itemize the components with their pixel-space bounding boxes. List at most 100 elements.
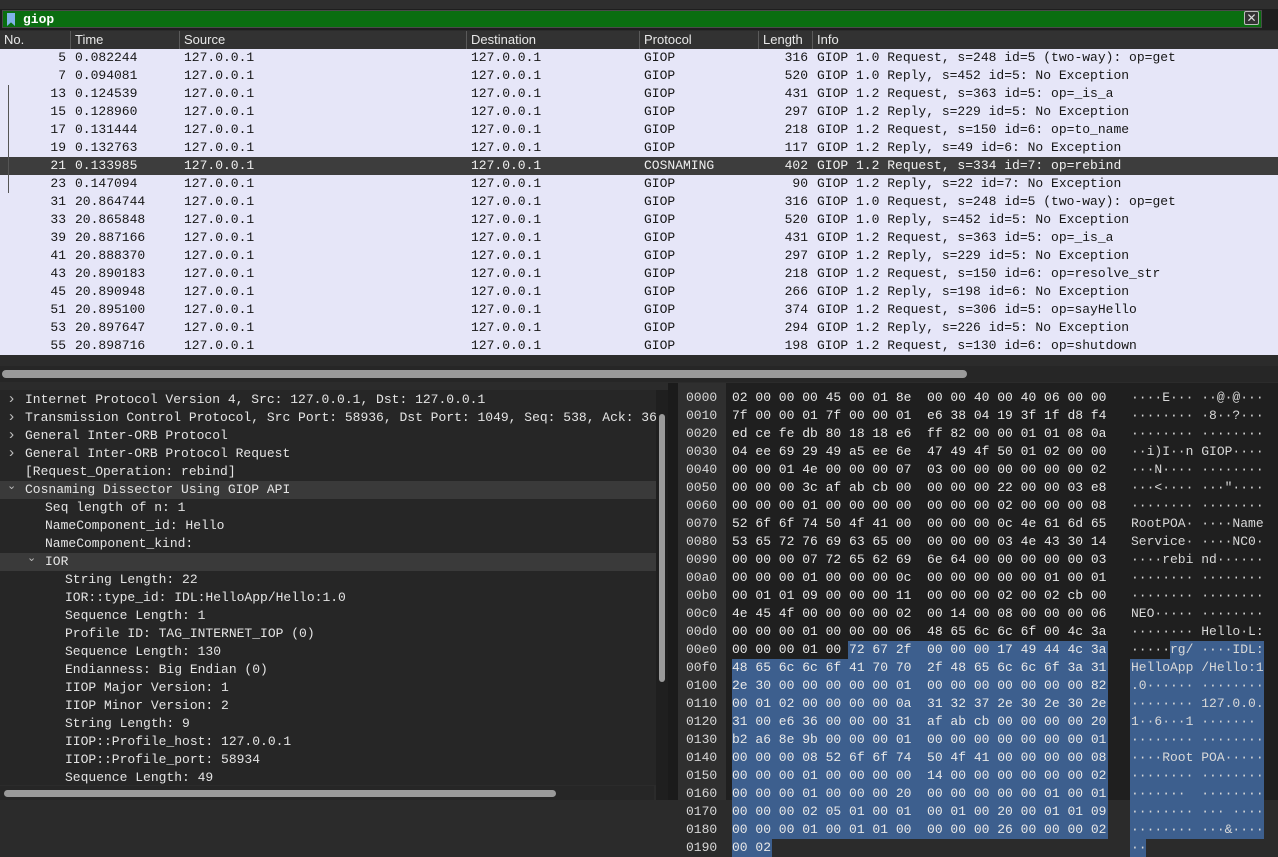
hex-ascii[interactable]: ········ ········: [1131, 731, 1264, 749]
tree-item[interactable]: Seq length of n: 1: [0, 499, 656, 517]
column-header-length[interactable]: Length: [758, 31, 812, 49]
column-header-time[interactable]: Time: [70, 31, 179, 49]
packet-row[interactable]: 41 20.888370 127.0.0.1 127.0.0.1 GIOP 297 GIOP…: [0, 247, 1278, 265]
hex-ascii[interactable]: ········ ········: [1131, 497, 1264, 515]
packet-details-horizontal-scrollbar[interactable]: [0, 786, 654, 800]
tree-item[interactable]: ⌄ IOR: [0, 553, 656, 571]
hex-bytes[interactable]: 00 00 00 01 00 01 01 00 00 00 00 26 00 0…: [732, 821, 1106, 839]
hex-ascii[interactable]: ··i)I··n GIOP····: [1131, 443, 1264, 461]
hex-bytes[interactable]: 53 65 72 76 69 63 65 00 00 00 00 03 4e 4…: [732, 533, 1106, 551]
hex-bytes[interactable]: 00 00 00 3c af ab cb 00 00 00 00 22 00 0…: [732, 479, 1106, 497]
column-header-no[interactable]: No.: [0, 31, 70, 49]
hex-bytes[interactable]: 48 65 6c 6c 6f 41 70 70 2f 48 65 6c 6c 6…: [732, 659, 1106, 677]
packet-row[interactable]: 19 0.132763 127.0.0.1 127.0.0.1 GIOP 117 GIOP …: [0, 139, 1278, 157]
hex-ascii[interactable]: .0······ ········: [1131, 677, 1264, 695]
bookmark-icon[interactable]: [7, 13, 15, 26]
packet-row[interactable]: 45 20.890948 127.0.0.1 127.0.0.1 GIOP 266 GIOP…: [0, 283, 1278, 301]
column-header-info[interactable]: Info: [812, 31, 1278, 49]
scrollbar-thumb[interactable]: [2, 370, 967, 378]
hex-bytes[interactable]: b2 a6 8e 9b 00 00 00 01 00 00 00 00 00 0…: [732, 731, 1106, 749]
hex-ascii[interactable]: ········ ········: [1131, 425, 1264, 443]
chevron-right-icon[interactable]: ›: [7, 427, 16, 445]
tree-item[interactable]: NameComponent_kind:: [0, 535, 656, 553]
packet-row[interactable]: 33 20.865848 127.0.0.1 127.0.0.1 GIOP 520 GIOP…: [0, 211, 1278, 229]
hex-ascii[interactable]: ·····rg/ ····IDL:: [1131, 641, 1264, 659]
hex-bytes[interactable]: 00 00 00 02 05 01 00 01 00 01 00 20 00 0…: [732, 803, 1106, 821]
tree-item[interactable]: Profile ID: TAG_INTERNET_IOP (0): [0, 625, 656, 643]
hex-bytes[interactable]: 31 00 e6 36 00 00 00 31 af ab cb 00 00 0…: [732, 713, 1106, 731]
packet-details-vertical-scrollbar[interactable]: [656, 390, 668, 800]
hex-ascii[interactable]: ········ ·8··?···: [1131, 407, 1264, 425]
hex-ascii[interactable]: ····rebi nd······: [1131, 551, 1264, 569]
packet-row[interactable]: 15 0.128960 127.0.0.1 127.0.0.1 GIOP 297 GIOP …: [0, 103, 1278, 121]
column-header-destination[interactable]: Destination: [466, 31, 639, 49]
hex-ascii[interactable]: ········ ········: [1131, 569, 1264, 587]
packet-row[interactable]: 39 20.887166 127.0.0.1 127.0.0.1 GIOP 431 GIOP…: [0, 229, 1278, 247]
hex-bytes[interactable]: ed ce fe db 80 18 18 e6 ff 82 00 00 01 0…: [732, 425, 1106, 443]
hex-ascii[interactable]: ········ ··· ····: [1131, 803, 1264, 821]
tree-item[interactable]: NameComponent_id: Hello: [0, 517, 656, 535]
packet-row[interactable]: 51 20.895100 127.0.0.1 127.0.0.1 GIOP 374 GIOP…: [0, 301, 1278, 319]
packet-row[interactable]: 17 0.131444 127.0.0.1 127.0.0.1 GIOP 218 GIOP …: [0, 121, 1278, 139]
tree-item[interactable]: IIOP::Profile_port: 58934: [0, 751, 656, 769]
hex-ascii[interactable]: ···<···· ···"····: [1131, 479, 1264, 497]
tree-item[interactable]: ⌄ Cosnaming Dissector Using GIOP API: [0, 481, 656, 499]
hex-ascii[interactable]: ········ ···&····: [1131, 821, 1264, 839]
hex-bytes[interactable]: 00 00 00 01 00 00 00 00 00 00 00 02 00 0…: [732, 497, 1106, 515]
packet-row[interactable]: 21 0.133985 127.0.0.1 127.0.0.1 COSNAMING 402…: [0, 157, 1278, 175]
chevron-right-icon[interactable]: ›: [7, 445, 16, 463]
hex-ascii[interactable]: ··: [1131, 839, 1147, 857]
chevron-right-icon[interactable]: ›: [7, 409, 16, 427]
tree-item[interactable]: Sequence Length: 1: [0, 607, 656, 625]
hex-bytes[interactable]: 04 ee 69 29 49 a5 ee 6e 47 49 4f 50 01 0…: [732, 443, 1106, 461]
hex-ascii[interactable]: ········ ········: [1131, 587, 1264, 605]
hex-ascii[interactable]: ····Root POA·····: [1131, 749, 1264, 767]
packet-row[interactable]: 53 20.897647 127.0.0.1 127.0.0.1 GIOP 294 GIOP…: [0, 319, 1278, 337]
hex-ascii[interactable]: ········ 127.0.0.: [1131, 695, 1264, 713]
hex-bytes[interactable]: 02 00 00 00 45 00 01 8e 00 00 40 00 40 0…: [732, 389, 1106, 407]
scrollbar-thumb[interactable]: [659, 414, 665, 682]
hex-bytes[interactable]: 00 00 00 01 00 00 00 0c 00 00 00 00 00 0…: [732, 569, 1106, 587]
pane-splitter[interactable]: [668, 383, 678, 800]
hex-bytes[interactable]: 7f 00 00 01 7f 00 00 01 e6 38 04 19 3f 1…: [732, 407, 1106, 425]
packet-row[interactable]: 55 20.898716 127.0.0.1 127.0.0.1 GIOP 198 GIOP…: [0, 337, 1278, 355]
hex-ascii[interactable]: HelloApp /Hello:1: [1131, 659, 1264, 677]
tree-item[interactable]: IIOP Minor Version: 2: [0, 697, 656, 715]
chevron-down-icon[interactable]: ⌄: [7, 481, 16, 496]
hex-ascii[interactable]: ········ Hello·L:: [1131, 623, 1264, 641]
hex-bytes[interactable]: 00 00 00 01 00 00 00 20 00 00 00 00 00 0…: [732, 785, 1106, 803]
chevron-down-icon[interactable]: ⌄: [27, 553, 36, 568]
hex-bytes[interactable]: 4e 45 4f 00 00 00 00 02 00 14 00 08 00 0…: [732, 605, 1106, 623]
packet-row[interactable]: 5 0.082244 127.0.0.1 127.0.0.1 GIOP 316 GIOP 1…: [0, 49, 1278, 67]
packet-row[interactable]: 23 0.147094 127.0.0.1 127.0.0.1 GIOP 90 GIOP 1…: [0, 175, 1278, 193]
hex-ascii[interactable]: Service· ····NC0·: [1131, 533, 1264, 551]
packet-row[interactable]: 31 20.864744 127.0.0.1 127.0.0.1 GIOP 316 GIOP…: [0, 193, 1278, 211]
hex-bytes[interactable]: 00 00 00 01 00 00 00 00 14 00 00 00 00 0…: [732, 767, 1106, 785]
packet-list-horizontal-scrollbar[interactable]: [0, 366, 1278, 382]
tree-item[interactable]: String Length: 9: [0, 715, 656, 733]
hex-ascii[interactable]: ········ ········: [1131, 767, 1264, 785]
chevron-right-icon[interactable]: ›: [7, 391, 16, 409]
hex-bytes[interactable]: 00 00 00 07 72 65 62 69 6e 64 00 00 00 0…: [732, 551, 1106, 569]
tree-item[interactable]: String Length: 22: [0, 571, 656, 589]
hex-ascii[interactable]: ···N···· ········: [1131, 461, 1264, 479]
tree-item[interactable]: IOR::type_id: IDL:HelloApp/Hello:1.0: [0, 589, 656, 607]
filter-text[interactable]: giop: [23, 11, 54, 29]
tree-item[interactable]: IIOP Major Version: 1: [0, 679, 656, 697]
tree-item[interactable]: IIOP::Profile_host: 127.0.0.1: [0, 733, 656, 751]
hex-ascii[interactable]: ······· ········: [1131, 785, 1264, 803]
clear-filter-button[interactable]: ✕: [1244, 11, 1259, 25]
scrollbar-thumb[interactable]: [4, 790, 556, 797]
hex-bytes[interactable]: 00 00 00 01 00 72 67 2f 00 00 00 17 49 4…: [732, 641, 1106, 659]
hex-bytes[interactable]: 00 00 00 01 00 00 00 06 48 65 6c 6c 6f 0…: [732, 623, 1106, 641]
tree-item[interactable]: › Internet Protocol Version 4, Src: 127.0…: [0, 391, 656, 409]
hex-bytes[interactable]: 00 01 02 00 00 00 00 0a 31 32 37 2e 30 2…: [732, 695, 1106, 713]
tree-item[interactable]: › Transmission Control Protocol, Src Port…: [0, 409, 656, 427]
packet-row[interactable]: 43 20.890183 127.0.0.1 127.0.0.1 GIOP 218 GIOP…: [0, 265, 1278, 283]
tree-item[interactable]: › General Inter-ORB Protocol: [0, 427, 656, 445]
tree-item[interactable]: › General Inter-ORB Protocol Request: [0, 445, 656, 463]
hex-bytes[interactable]: 52 6f 6f 74 50 4f 41 00 00 00 00 0c 4e 6…: [732, 515, 1106, 533]
hex-ascii[interactable]: 1··6···1 ·······: [1131, 713, 1256, 731]
packet-row[interactable]: 7 0.094081 127.0.0.1 127.0.0.1 GIOP 520 GIOP 1…: [0, 67, 1278, 85]
tree-item[interactable]: Sequence Length: 49: [0, 769, 656, 785]
